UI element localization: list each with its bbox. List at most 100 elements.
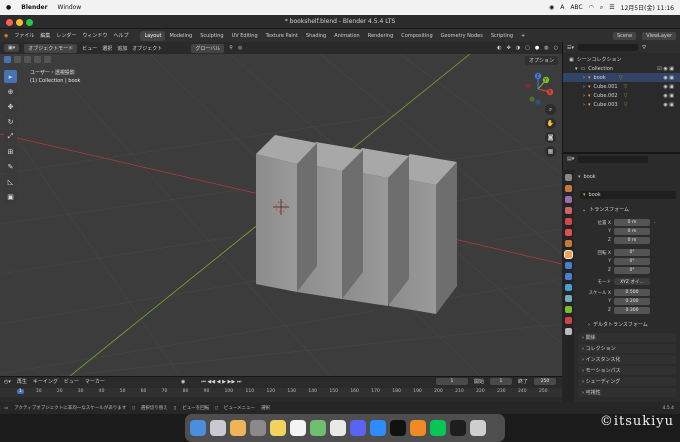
keyboard-layout[interactable]: ABC bbox=[570, 4, 582, 11]
launchpad-icon[interactable] bbox=[210, 420, 226, 436]
select-intersect-icon[interactable] bbox=[44, 55, 51, 63]
visibility-eye-icon[interactable]: ◉ ▣ bbox=[663, 102, 674, 108]
recording-icon[interactable]: ◉ bbox=[549, 4, 554, 11]
outliner-item-book[interactable]: › ▾ book ▽ ◉ ▣ bbox=[563, 73, 680, 82]
tab-layout[interactable]: Layout bbox=[140, 30, 166, 41]
freeform-icon[interactable] bbox=[290, 420, 306, 436]
menu-marker[interactable]: マーカー bbox=[85, 378, 105, 385]
apple-icon[interactable]: ● bbox=[6, 4, 11, 11]
expand-chevron-icon[interactable]: ▾ bbox=[575, 66, 578, 72]
location-y-field[interactable]: 0 m bbox=[614, 228, 650, 235]
tab-geometry-nodes[interactable]: Geometry Nodes bbox=[437, 31, 487, 41]
keyframe-dot-icon[interactable]: · bbox=[654, 220, 656, 226]
shading-material-icon[interactable]: ◍ bbox=[544, 45, 548, 51]
section-relations[interactable]: › 関係 bbox=[578, 333, 676, 342]
navigation-gizmo[interactable]: X Y Z bbox=[520, 72, 556, 106]
tab-compositing[interactable]: Compositing bbox=[397, 31, 436, 41]
section-shading[interactable]: › シェーディング bbox=[578, 377, 676, 386]
scene-selector[interactable]: Scene bbox=[612, 31, 637, 40]
snap-icon[interactable]: ⚲ bbox=[229, 45, 233, 51]
view-layer-tab-icon[interactable] bbox=[564, 207, 572, 214]
overlay-icon[interactable]: ◑ bbox=[516, 45, 520, 51]
tab-texture-paint[interactable]: Texture Paint bbox=[262, 31, 302, 41]
photos-icon[interactable] bbox=[230, 420, 246, 436]
maps-icon[interactable] bbox=[310, 420, 326, 436]
section-instancing[interactable]: › インスタンス化 bbox=[578, 355, 676, 364]
tab-uv-editing[interactable]: UV Editing bbox=[228, 31, 262, 41]
outliner-item-cube-003[interactable]: › ▾ Cube.003 ▽ ◉ ▣ bbox=[563, 100, 680, 109]
capcut-icon[interactable] bbox=[390, 420, 406, 436]
visibility-eye-icon[interactable]: ◉ ▣ bbox=[663, 84, 674, 90]
render-tab-icon[interactable] bbox=[564, 185, 572, 192]
expand-chevron-icon[interactable]: › bbox=[583, 75, 585, 81]
visibility-eye-icon[interactable]: ☑ ◉ ▣ bbox=[657, 66, 674, 72]
location-x-field[interactable]: 0 m bbox=[614, 219, 650, 226]
move-tool-icon[interactable]: ✥ bbox=[4, 100, 17, 113]
menu-window[interactable]: ウィンドウ bbox=[82, 32, 107, 39]
minimize-icon[interactable] bbox=[16, 19, 23, 26]
menu-file[interactable]: ファイル bbox=[14, 32, 34, 39]
scene-collection-row[interactable]: ▣ シーンコレクション bbox=[563, 55, 680, 64]
texture-tab-icon[interactable] bbox=[564, 328, 572, 335]
menu-timeline-view[interactable]: ビュー bbox=[64, 378, 79, 385]
delta-transform-header[interactable]: › デルタトランスフォーム bbox=[588, 321, 648, 329]
select-invert-icon[interactable] bbox=[34, 55, 41, 63]
xray-icon[interactable]: ▢ bbox=[525, 45, 530, 51]
modifier-tab-icon[interactable] bbox=[564, 262, 572, 269]
rotation-x-field[interactable]: 0° bbox=[614, 249, 650, 256]
timeline-ruler[interactable]: 1 10 20 30 40 50 60 70 80 90 100 110 120 130 140 150 160… bbox=[0, 388, 562, 397]
proportional-edit-icon[interactable]: ◎ bbox=[238, 45, 242, 51]
pan-hand-icon[interactable]: ✋ bbox=[545, 118, 556, 129]
maximize-icon[interactable] bbox=[26, 19, 33, 26]
playback-controls[interactable]: ⏮ ◀◀ ◀ ▶ ▶▶ ⏭ bbox=[201, 379, 241, 385]
select-extend-icon[interactable] bbox=[14, 55, 21, 63]
app-name[interactable]: Blender bbox=[21, 4, 47, 11]
visibility-icon[interactable]: ◐ bbox=[497, 45, 501, 51]
add-workspace-button[interactable]: + bbox=[517, 31, 529, 41]
rotation-z-field[interactable]: 0° bbox=[614, 267, 650, 274]
shading-rendered-icon[interactable]: ○ bbox=[554, 45, 558, 51]
mode-selector[interactable]: オブジェクトモード bbox=[24, 43, 78, 53]
start-frame-field[interactable]: 1 bbox=[489, 378, 512, 385]
scale-x-field[interactable]: 0.500 bbox=[614, 289, 650, 296]
measure-tool-icon[interactable]: ◺ bbox=[4, 175, 17, 188]
rotate-tool-icon[interactable]: ↻ bbox=[4, 115, 17, 128]
timeline-editor-icon[interactable]: ◴▾ bbox=[4, 379, 11, 385]
blender-app-icon[interactable] bbox=[410, 420, 426, 436]
location-z-field[interactable]: 0 m bbox=[614, 237, 650, 244]
filter-icon[interactable]: ⛛ bbox=[642, 45, 646, 51]
select-tool-icon[interactable]: ▸ bbox=[4, 70, 17, 83]
menu-object[interactable]: オブジェクト bbox=[132, 45, 162, 52]
transform-section-header[interactable]: ⌄ トランスフォーム bbox=[582, 206, 629, 214]
menu-select[interactable]: 選択 bbox=[102, 45, 112, 52]
world-tab-icon[interactable] bbox=[564, 229, 572, 236]
line-icon[interactable] bbox=[430, 420, 446, 436]
tab-shading[interactable]: Shading bbox=[302, 31, 330, 41]
section-motion-paths[interactable]: › モーションパス bbox=[578, 366, 676, 375]
physics-tab-icon[interactable] bbox=[564, 284, 572, 291]
options-button[interactable]: オプション bbox=[524, 56, 558, 65]
close-icon[interactable] bbox=[6, 19, 13, 26]
object-name-field[interactable]: ▾ book bbox=[580, 191, 676, 199]
menu-keying[interactable]: キーイング bbox=[33, 378, 58, 385]
expand-chevron-icon[interactable]: › bbox=[583, 84, 585, 90]
menu-view[interactable]: ビュー bbox=[82, 45, 97, 52]
input-indicator[interactable]: A bbox=[560, 4, 564, 11]
tab-sculpting[interactable]: Sculpting bbox=[196, 31, 227, 41]
collection-tab-icon[interactable] bbox=[564, 240, 572, 247]
finder-icon[interactable] bbox=[190, 420, 206, 436]
shading-solid-icon[interactable]: ● bbox=[535, 45, 539, 51]
record-icon[interactable]: ◉ bbox=[181, 379, 185, 385]
rotation-y-field[interactable]: 0° bbox=[614, 258, 650, 265]
figma-icon[interactable] bbox=[450, 420, 466, 436]
tab-scripting[interactable]: Scripting bbox=[487, 31, 517, 41]
scale-tool-icon[interactable]: ⤢ bbox=[4, 130, 17, 143]
camera-icon[interactable]: ◙ bbox=[545, 132, 556, 143]
expand-chevron-icon[interactable]: › bbox=[583, 102, 585, 108]
add-cube-tool-icon[interactable]: ▣ bbox=[4, 190, 17, 203]
data-tab-icon[interactable] bbox=[564, 306, 572, 313]
expand-chevron-icon[interactable]: › bbox=[583, 93, 585, 99]
constraints-tab-icon[interactable] bbox=[564, 295, 572, 302]
editor-type-button[interactable]: ▣▾ bbox=[4, 44, 20, 52]
tab-modeling[interactable]: Modeling bbox=[165, 31, 196, 41]
